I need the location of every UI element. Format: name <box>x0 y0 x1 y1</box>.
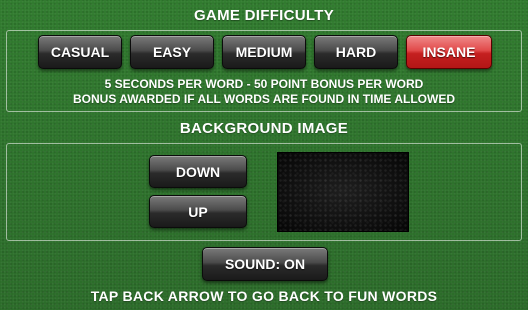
difficulty-info-line-1: 5 SECONDS PER WORD - 50 POINT BONUS PER … <box>104 77 424 91</box>
difficulty-easy-button[interactable]: EASY <box>130 35 214 69</box>
difficulty-hard-button[interactable]: HARD <box>314 35 398 69</box>
difficulty-info-line-2: BONUS AWARDED IF ALL WORDS ARE FOUND IN … <box>73 92 455 106</box>
back-hint-text: TAP BACK ARROW TO GO BACK TO FUN WORDS <box>90 288 438 304</box>
background-panel <box>6 143 522 241</box>
difficulty-casual-button[interactable]: CASUAL <box>38 35 122 69</box>
background-up-button[interactable]: UP <box>149 195 247 228</box>
difficulty-heading: GAME DIFFICULTY <box>193 7 335 24</box>
background-heading: BACKGROUND IMAGE <box>179 120 349 137</box>
difficulty-medium-button[interactable]: MEDIUM <box>222 35 306 69</box>
difficulty-insane-button[interactable]: INSANE <box>406 35 492 69</box>
background-down-button[interactable]: DOWN <box>149 155 247 188</box>
background-preview-image <box>277 152 409 232</box>
sound-toggle-button[interactable]: SOUND: ON <box>202 247 328 281</box>
